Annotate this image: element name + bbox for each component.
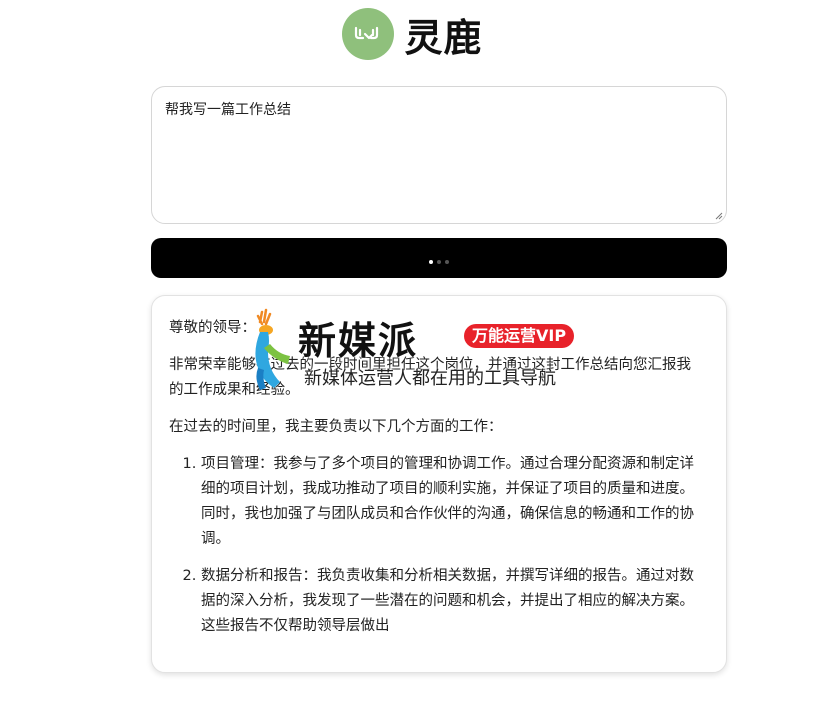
result-intro: 非常荣幸能够在过去的一段时间里担任这个岗位，并通过这封工作总结向您汇报我的工作成… [169, 357, 691, 398]
list-item: 项目管理：我参与了多个项目的管理和协调工作。通过合理分配资源和制定详细的项目计划… [201, 452, 696, 552]
list-item: 数据分析和报告：我负责收集和分析相关数据，并撰写详细的报告。通过对数据的深入分析… [201, 564, 696, 639]
loading-dot [445, 260, 449, 264]
result-panel: 尊敬的领导： 非常荣幸能够在过去的一段时间里担任这个岗位，并通过这封工作总结向您… [151, 295, 727, 673]
prompt-input[interactable]: 帮我写一篇工作总结 [151, 86, 727, 224]
prompt-text: 帮我写一篇工作总结 [165, 102, 291, 118]
app-header: 灵鹿 [0, 8, 825, 60]
logo-icon [342, 8, 395, 60]
loading-dot [437, 260, 441, 264]
loading-dot [429, 260, 433, 264]
app-title: 灵鹿 [404, 15, 483, 60]
resize-handle-icon[interactable] [713, 210, 723, 220]
result-list: 项目管理：我参与了多个项目的管理和协调工作。通过合理分配资源和制定详细的项目计划… [169, 452, 696, 639]
result-lead: 在过去的时间里，我主要负责以下几个方面的工作： [169, 419, 503, 435]
generate-button[interactable] [151, 238, 727, 278]
result-greeting: 尊敬的领导： [169, 320, 256, 336]
